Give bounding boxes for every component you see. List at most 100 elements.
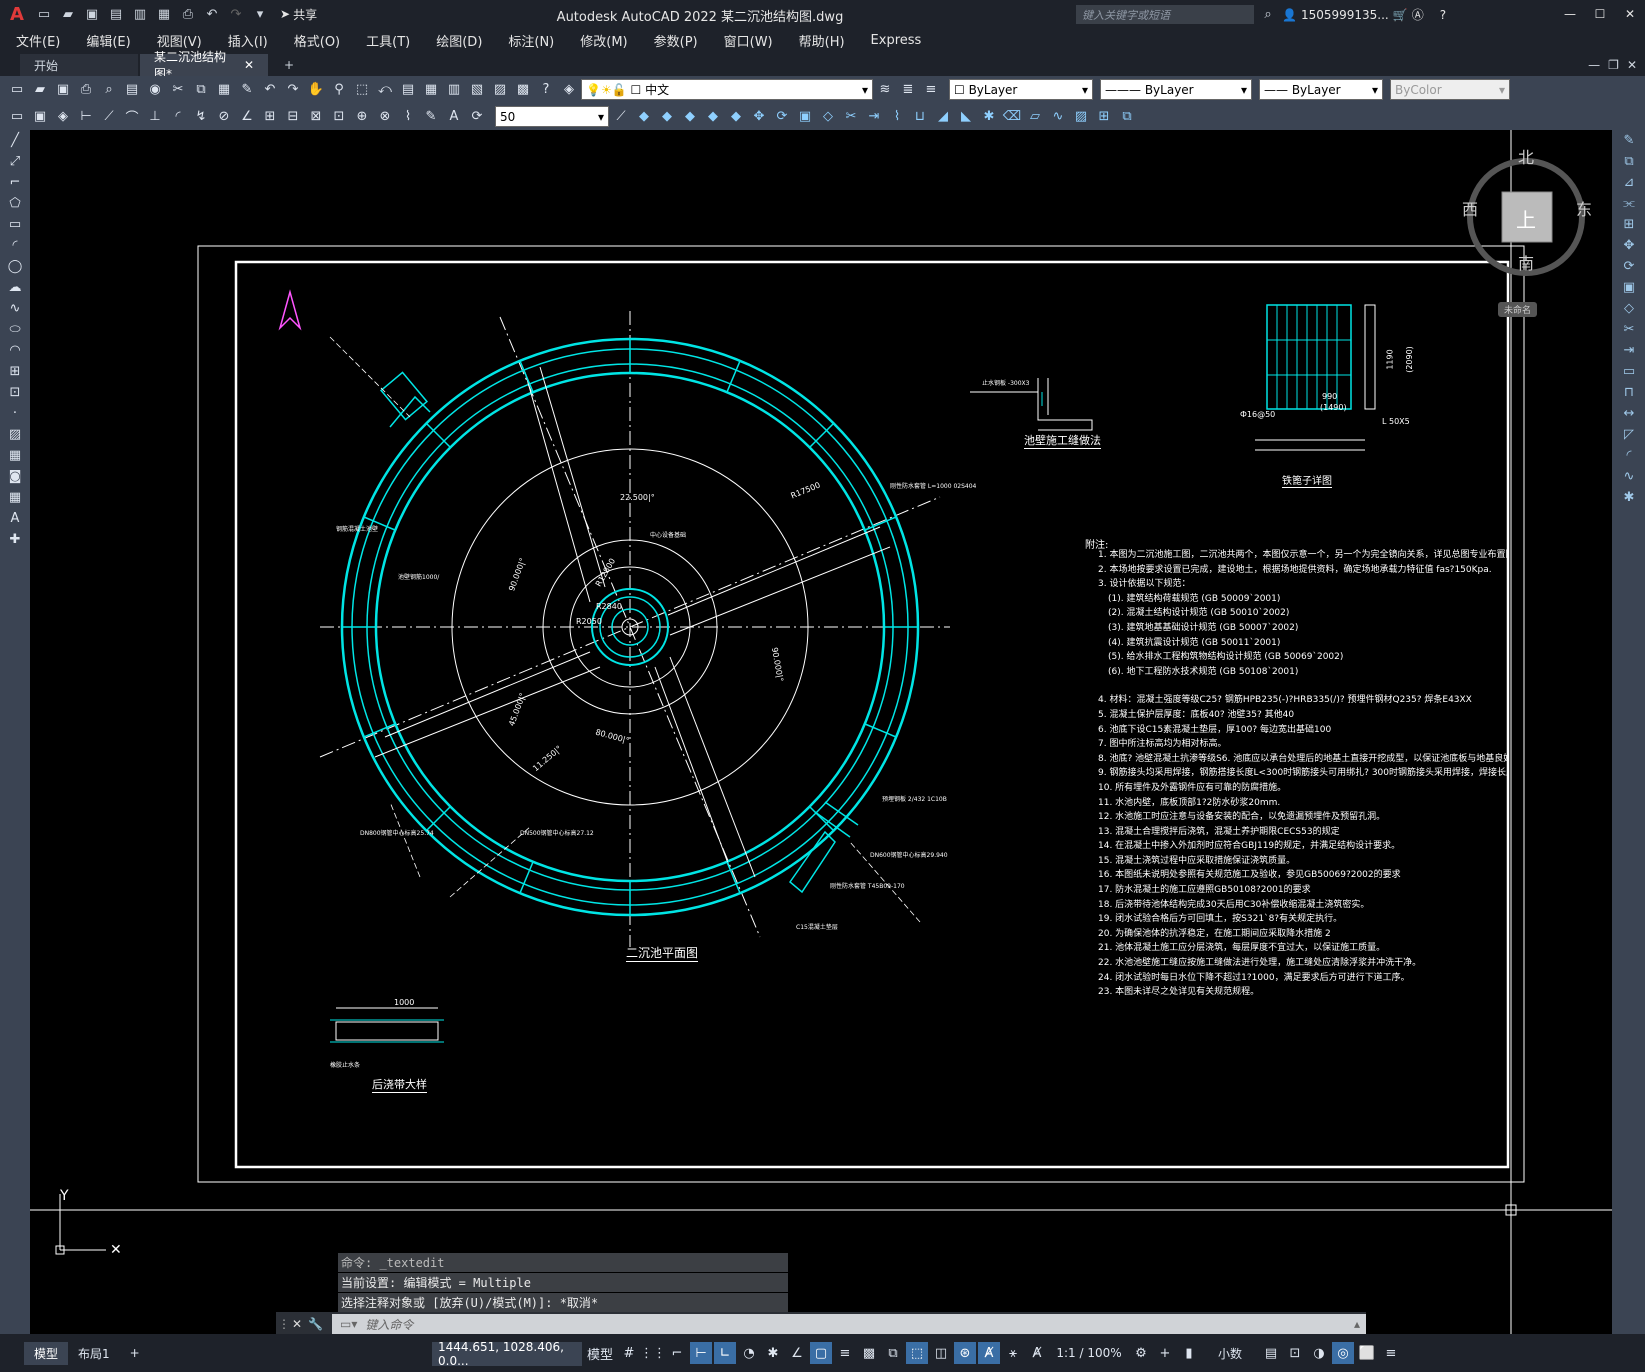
rotate-icon[interactable]: ⟳ — [771, 106, 793, 128]
open-icon[interactable]: ▰ — [58, 4, 78, 24]
zoom-realtime-icon[interactable]: ⚲ — [328, 79, 350, 101]
doc-close-icon[interactable]: ✕ — [1627, 58, 1637, 72]
plot-icon[interactable]: ⎙ — [178, 4, 198, 24]
cmd-close-icon[interactable]: ✕ — [292, 1317, 308, 1331]
paste-icon[interactable]: ▦ — [213, 79, 235, 101]
viewcube-south[interactable]: 南 — [1518, 250, 1534, 274]
grip-icon[interactable]: ⋮ — [276, 1317, 292, 1331]
cart-icon[interactable]: 🛒 — [1393, 8, 1408, 22]
minimize-button[interactable]: — — [1555, 0, 1585, 28]
quick-properties-icon[interactable]: ▤ — [1260, 1342, 1282, 1364]
autodesk-app-icon[interactable]: Ⓐ — [1412, 6, 1424, 23]
drawing-canvas[interactable]: 二沉池平面图 池壁施工缝做法 铁篦子详图 后浇带大样 R17500 22.500… — [30, 130, 1612, 1334]
join-icon[interactable]: ⊔ — [909, 106, 931, 128]
rotate-r-icon[interactable]: ⟳ — [1617, 256, 1641, 277]
wcs-menu[interactable]: 未命名 — [1498, 302, 1538, 317]
autocad-logo-icon[interactable]: A — [4, 4, 30, 25]
scale-icon[interactable]: ▣ — [794, 106, 816, 128]
customize-icon[interactable]: ▾ — [250, 4, 270, 24]
menu-format[interactable]: 格式(O) — [294, 31, 340, 50]
explode-icon[interactable]: ✱ — [978, 106, 1000, 128]
units-dropdown[interactable]: 小数 — [1202, 1342, 1258, 1364]
array-r-icon[interactable]: ⊞ — [1617, 214, 1641, 235]
annotation-visibility-icon[interactable]: Ⱥ — [978, 1342, 1000, 1364]
gradient-icon[interactable]: ▦ — [4, 445, 26, 466]
erase-icon[interactable]: ⌫ — [1001, 106, 1023, 128]
layer-tool-icon[interactable]: ◈ — [52, 106, 74, 128]
ordinate-dim-icon[interactable]: ⊥ — [144, 106, 166, 128]
dynamic-input-icon[interactable]: ⊢ — [690, 1342, 712, 1364]
viewcube-west[interactable]: 西 — [1462, 196, 1478, 220]
dimscale-dropdown[interactable]: 50 ▾ — [495, 106, 609, 127]
break-point-r-icon[interactable]: ▭ — [1617, 361, 1641, 382]
grid-icon[interactable]: # — [618, 1342, 640, 1364]
jogged-linear-icon[interactable]: ⌇ — [397, 106, 419, 128]
extend-icon[interactable]: ⇥ — [863, 106, 885, 128]
open-web-icon[interactable]: ▥ — [130, 4, 150, 24]
workspace-icon[interactable]: ▭ — [6, 106, 28, 128]
menu-edit[interactable]: 编辑(E) — [86, 31, 130, 50]
units-icon[interactable]: ▮ — [1178, 1342, 1200, 1364]
cmd-customize-icon[interactable]: 🔧 — [308, 1317, 326, 1331]
annotation-scale-icon[interactable]: Ⱥ — [1026, 1342, 1048, 1364]
menu-tools[interactable]: 工具(T) — [366, 31, 410, 50]
tb-redo-icon[interactable]: ↷ — [282, 79, 304, 101]
scale-r-icon[interactable]: ▣ — [1617, 277, 1641, 298]
fillet-icon[interactable]: ◣ — [955, 106, 977, 128]
linear-dim-icon[interactable]: ⊢ — [75, 106, 97, 128]
copy-r-icon[interactable]: ⧉ — [1617, 151, 1641, 172]
3d-osnap-icon[interactable]: ⬚ — [906, 1342, 928, 1364]
make-block-icon[interactable]: ⊡ — [4, 382, 26, 403]
calculator-icon[interactable]: ▩ — [512, 79, 534, 101]
break-r-icon[interactable]: ⊓ — [1617, 382, 1641, 403]
markup-icon[interactable]: ▨ — [489, 79, 511, 101]
plotstyle-dropdown[interactable]: ByColor ▾ — [1390, 79, 1510, 100]
tab-start[interactable]: 开始 — [20, 54, 138, 76]
dynamic-ucs-icon[interactable]: ◫ — [930, 1342, 952, 1364]
stretch-r-icon[interactable]: ◇ — [1617, 298, 1641, 319]
continue-dim-icon[interactable]: ⊠ — [305, 106, 327, 128]
open-file-icon[interactable]: ▰ — [29, 79, 51, 101]
save-web-icon[interactable]: ▦ — [154, 4, 174, 24]
auto-scale-icon[interactable]: ⚹ — [1002, 1342, 1024, 1364]
model-space-button[interactable]: 模型 — [584, 1342, 616, 1364]
save-icon[interactable]: ▣ — [82, 4, 102, 24]
spline-icon[interactable]: ∿ — [4, 298, 26, 319]
publish-icon[interactable]: ▤ — [121, 79, 143, 101]
3d-dwf-icon[interactable]: ◉ — [144, 79, 166, 101]
menu-file[interactable]: 文件(E) — [16, 31, 60, 50]
edit-array-icon[interactable]: ⊞ — [1093, 106, 1115, 128]
hatch-icon[interactable]: ▨ — [4, 424, 26, 445]
annotation-monitor-icon[interactable]: + — [1154, 1342, 1176, 1364]
tab-model[interactable]: 模型 — [24, 1341, 69, 1365]
print-preview-icon[interactable]: ⌕ — [98, 79, 120, 101]
infer-constraints-icon[interactable]: ⌐ — [666, 1342, 688, 1364]
new-icon[interactable]: ▭ — [34, 4, 54, 24]
undo-icon[interactable]: ↶ — [202, 4, 222, 24]
selection-cycling-icon[interactable]: ⧉ — [882, 1342, 904, 1364]
coordinates-display[interactable]: 1444.651, 1028.406, 0.0... — [432, 1340, 582, 1368]
mtext-icon[interactable]: A — [4, 508, 26, 529]
break-icon[interactable]: ⌇ — [886, 106, 908, 128]
polar-icon[interactable]: ◔ — [738, 1342, 760, 1364]
chamfer-r-icon[interactable]: ◸ — [1617, 424, 1641, 445]
revcloud-icon[interactable]: ☁ — [4, 277, 26, 298]
point-icon[interactable]: · — [4, 403, 26, 424]
share-button[interactable]: ➤ 共享 — [280, 6, 317, 23]
tool-palettes-icon[interactable]: ▥ — [443, 79, 465, 101]
polyline-icon[interactable]: ⌐ — [4, 172, 26, 193]
modify-tool-icon[interactable]: ◆ — [633, 106, 655, 128]
pan-icon[interactable]: ✋ — [305, 79, 327, 101]
tb-help-icon[interactable]: ? — [535, 79, 557, 101]
workspace-switch-icon[interactable]: ⚙ — [1130, 1342, 1152, 1364]
center-mark-icon[interactable]: ⊕ — [351, 106, 373, 128]
scale-dropdown[interactable]: 1:1 / 100% — [1050, 1342, 1128, 1364]
tb-undo-icon[interactable]: ↶ — [259, 79, 281, 101]
radius-dim-icon[interactable]: ◜ — [167, 106, 189, 128]
fillet-r-icon[interactable]: ◜ — [1617, 445, 1641, 466]
doc-minimize-icon[interactable]: — — [1588, 58, 1600, 72]
menu-dimension[interactable]: 标注(N) — [508, 31, 554, 50]
menu-express[interactable]: Express — [871, 33, 922, 48]
redo-icon[interactable]: ↷ — [226, 4, 246, 24]
isodraft-icon[interactable]: ✱ — [762, 1342, 784, 1364]
